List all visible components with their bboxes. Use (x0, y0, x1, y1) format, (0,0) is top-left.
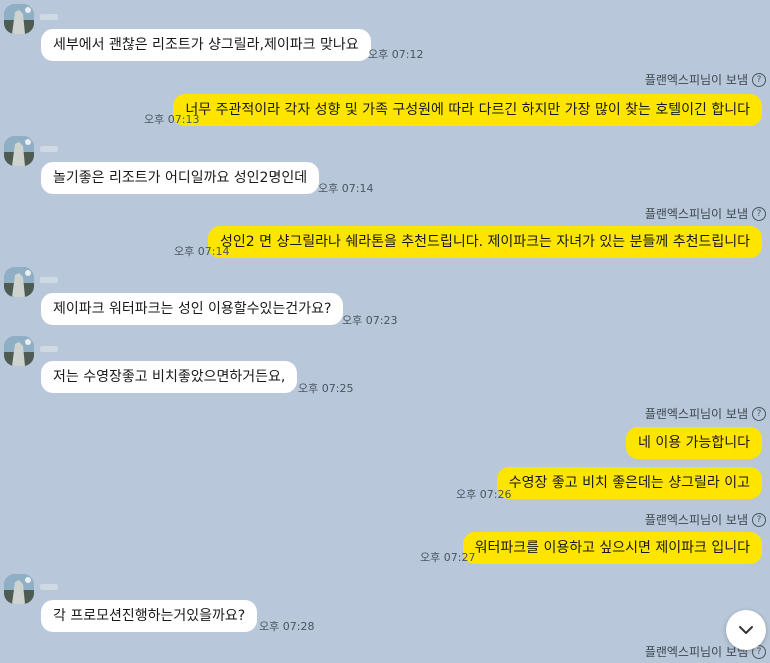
message-bubble[interactable]: 놀기좋은 리조트가 어디일까요 성인2명인데 (41, 162, 320, 194)
message-time: 오후 07:14 (318, 182, 374, 195)
avatar[interactable] (4, 336, 34, 366)
sender-nickname (40, 277, 58, 283)
message-time: 오후 07:12 (368, 48, 424, 61)
help-icon[interactable]: ? (752, 406, 766, 421)
avatar[interactable] (4, 267, 34, 297)
message-bubble[interactable]: 너무 주관적이라 각자 성향 및 가족 구성원에 따라 다르긴 하지만 가장 많… (173, 94, 762, 126)
message-time: 오후 07:23 (342, 314, 398, 327)
message-bubble[interactable]: 저는 수영장좋고 비치좋았으면하거든요, (41, 361, 298, 393)
message-time: 오후 07:13 (144, 113, 200, 126)
help-icon[interactable]: ? (752, 512, 766, 527)
avatar[interactable] (4, 574, 34, 604)
message-time: 오후 07:14 (174, 245, 230, 258)
sender-label: 플랜엑스피님이 보냄 ? (645, 205, 766, 222)
message-bubble[interactable]: 워터파크를 이용하고 싶으시면 제이파크 입니다 (462, 532, 762, 564)
message-bubble[interactable]: 수영장 좋고 비치 좋은데는 샹그릴라 이고 (496, 467, 762, 499)
chevron-down-icon (739, 626, 753, 634)
help-icon[interactable]: ? (752, 206, 766, 221)
sender-nickname (40, 584, 58, 590)
sender-label-text: 플랜엑스피님이 보냄 (644, 407, 748, 421)
avatar[interactable] (4, 4, 34, 34)
message-time: 오후 07:27 (420, 551, 476, 564)
chat-area: 세부에서 괜찮은 리조트가 샹그릴라,제이파크 맞나요 오후 07:12 플랜엑… (0, 0, 770, 663)
sender-label: 플랜엑스피님이 보냄 ? (645, 71, 766, 88)
message-time: 오후 07:28 (259, 620, 315, 633)
avatar[interactable] (4, 136, 34, 166)
message-time: 오후 07:26 (456, 488, 512, 501)
message-bubble[interactable]: 세부에서 괜찮은 리조트가 샹그릴라,제이파크 맞나요 (41, 29, 371, 61)
help-icon[interactable]: ? (752, 72, 766, 87)
message-bubble[interactable]: 성인2 면 샹그릴라나 쉐라톤을 추천드립니다. 제이파크는 자녀가 있는 분들… (208, 226, 762, 258)
sender-nickname (40, 14, 58, 20)
message-bubble[interactable]: 각 프로모션진행하는거있을까요? (41, 600, 258, 632)
scroll-to-bottom-button[interactable] (726, 610, 766, 650)
message-bubble[interactable]: 제이파크 워터파크는 성인 이용할수있는건가요? (41, 293, 344, 325)
sender-label: 플랜엑스피님이 보냄 ? (645, 511, 766, 528)
sender-label-text: 플랜엑스피님이 보냄 (644, 73, 748, 87)
sender-nickname (40, 146, 58, 152)
message-bubble[interactable]: 네 이용 가능합니다 (626, 427, 762, 459)
message-time: 오후 07:25 (298, 382, 354, 395)
sender-label-text: 플랜엑스피님이 보냄 (644, 513, 748, 527)
sender-label-text: 플랜엑스피님이 보냄 (644, 207, 748, 221)
sender-label: 플랜엑스피님이 보냄 ? (645, 405, 766, 422)
sender-nickname (40, 346, 58, 352)
